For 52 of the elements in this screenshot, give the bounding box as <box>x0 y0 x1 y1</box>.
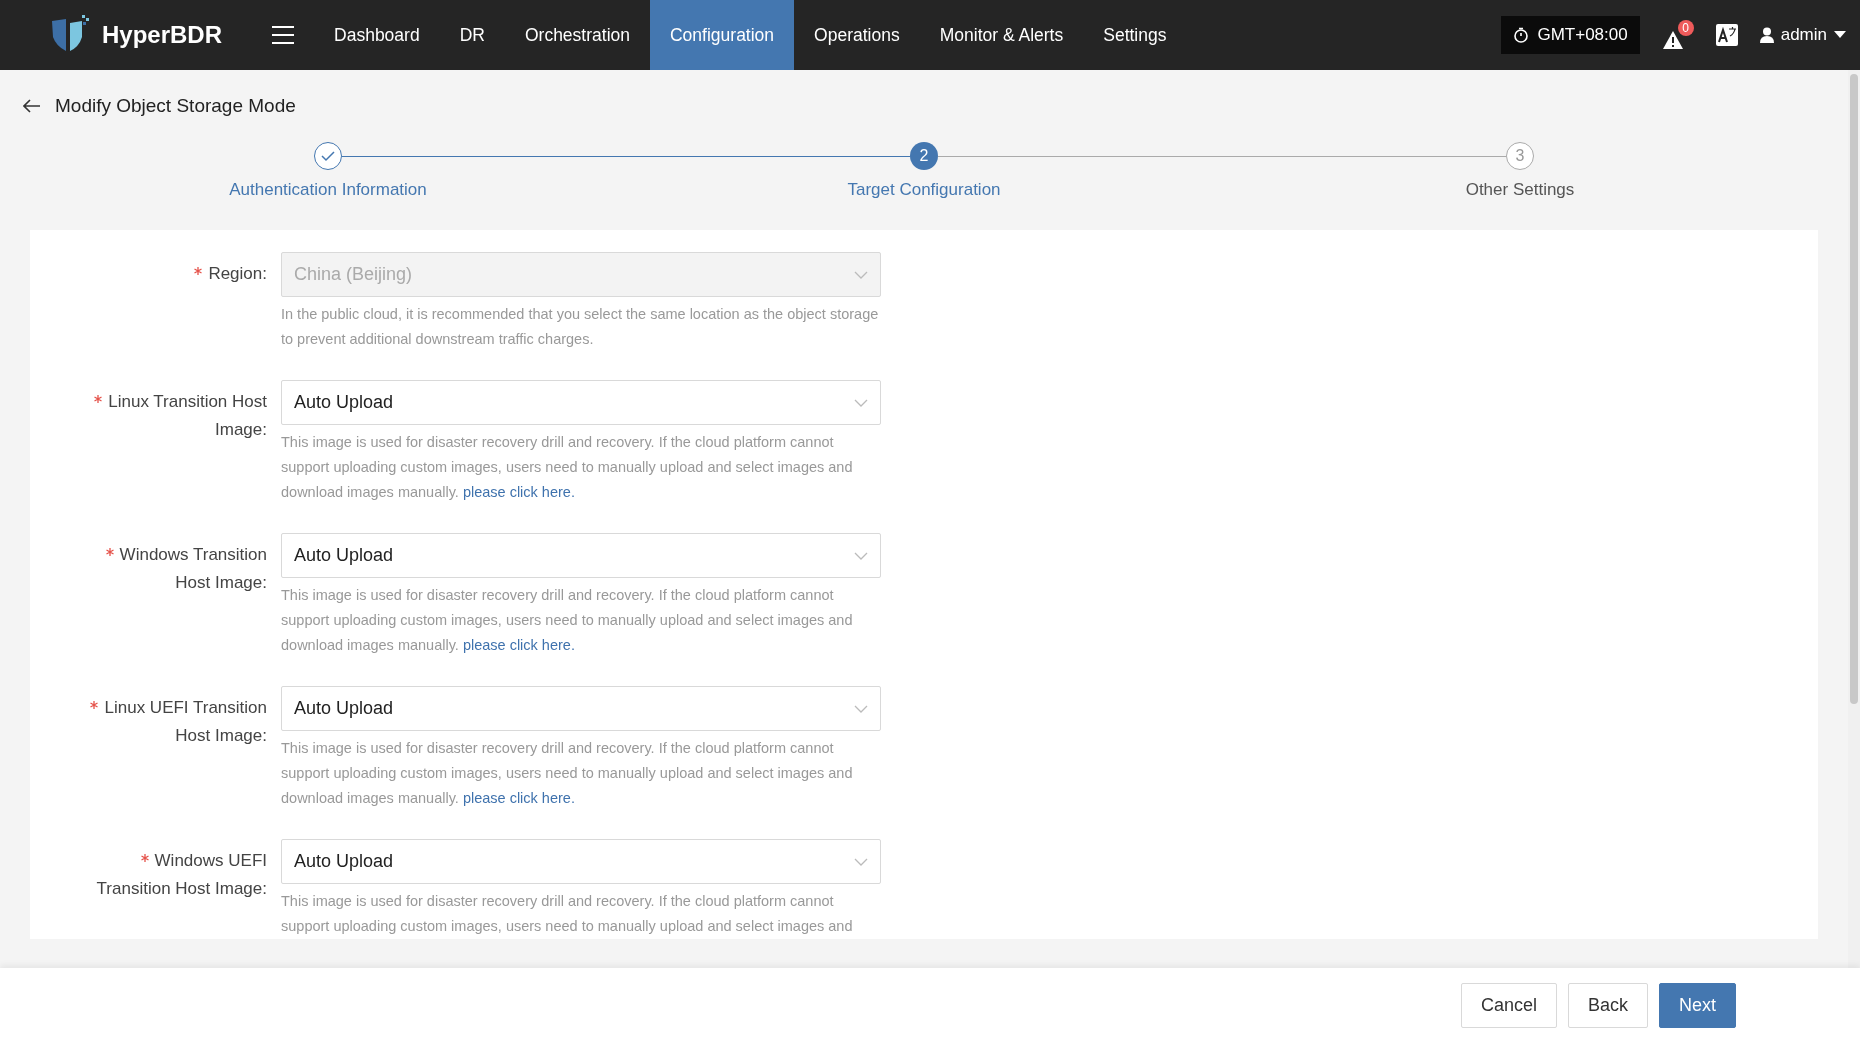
caret-icon <box>1834 31 1846 39</box>
help-text: In the public cloud, it is recommended that you select the same location as the object storage to prevent additional downstream traffic charges. <box>281 305 880 349</box>
nav-tab[interactable]: Settings <box>1083 0 1187 70</box>
help-text: This image is used for disaster recovery drill and recovery. If the cloud platform cannot support uploading custom images, users need to manually upload and select images and <box>281 892 854 936</box>
chevron-down-icon <box>854 857 868 866</box>
back-arrow-icon[interactable] <box>23 99 41 113</box>
dropdown-field[interactable]: Auto Upload <box>281 380 881 425</box>
chevron-down-icon <box>854 270 868 279</box>
nav-tab[interactable]: Operations <box>794 0 920 70</box>
chevron-down-icon <box>854 398 868 407</box>
field-label: Linux UEFI Transition Host Image: <box>72 686 281 811</box>
step-number: 3 <box>1506 142 1534 170</box>
nav-tab[interactable]: Configuration <box>650 0 795 70</box>
chevron-down-icon <box>854 704 868 713</box>
step-number: 2 <box>910 142 938 170</box>
timezone-button[interactable]: GMT+08:00 <box>1501 16 1640 54</box>
step-label: Other Settings <box>1465 180 1575 200</box>
brand-name: HyperBDR <box>102 21 223 49</box>
user-menu[interactable]: admin <box>1759 25 1846 45</box>
step-label: Authentication Information <box>229 180 427 200</box>
chevron-down-icon <box>854 551 868 560</box>
page-title: Modify Object Storage Mode <box>55 95 296 117</box>
field-label: Windows Transition Host Image: <box>72 533 281 658</box>
user-icon <box>1759 27 1774 43</box>
field-label: Windows UEFI Transition Host Image: <box>95 850 268 900</box>
help-text: This image is used for disaster recovery drill and recovery. If the cloud platform cannot support uploading custom images, users need to manually upload and select images and download images manually. please click here. <box>281 739 854 808</box>
dropdown-field[interactable]: Auto Upload <box>281 686 881 731</box>
field-label: Region: <box>72 252 281 352</box>
check-icon <box>321 150 335 162</box>
step-label: Target Configuration <box>847 180 1001 200</box>
menu-icon[interactable] <box>272 26 295 44</box>
action-button[interactable]: Back <box>1567 983 1648 1028</box>
alert-count-badge: 0 <box>1677 20 1694 36</box>
help-text: This image is used for disaster recovery drill and recovery. If the cloud platform cannot support uploading custom images, users need to manually upload and select images and download images manually. please click here. <box>281 586 854 655</box>
help-link[interactable]: please click here. <box>462 637 575 653</box>
dropdown-field[interactable]: Auto Upload <box>281 839 881 884</box>
nav-tab[interactable]: Monitor & Alerts <box>919 0 1084 70</box>
help-text: This image is used for disaster recovery drill and recovery. If the cloud platform cannot support uploading custom images, users need to manually upload and select images and download images manually. please click here. <box>281 433 854 502</box>
translate-icon[interactable] <box>1715 24 1738 46</box>
next-button[interactable]: Next <box>1659 983 1736 1028</box>
nav-tab[interactable]: Dashboard <box>314 0 440 70</box>
nav-tab[interactable]: Orchestration <box>504 0 650 70</box>
field-label: Linux Transition Host Image: <box>72 380 281 505</box>
nav-tab[interactable]: DR <box>439 0 505 70</box>
clock-icon <box>1513 27 1530 43</box>
warning-icon <box>1661 30 1684 50</box>
scrollbar-thumb[interactable] <box>1850 74 1858 704</box>
help-link[interactable]: please click here. <box>462 484 575 500</box>
action-button[interactable]: Cancel <box>1460 983 1557 1028</box>
dropdown-field: China (Beijing) <box>281 252 881 297</box>
dropdown-field[interactable]: Auto Upload <box>281 533 881 578</box>
help-link[interactable]: please click here. <box>462 790 575 806</box>
